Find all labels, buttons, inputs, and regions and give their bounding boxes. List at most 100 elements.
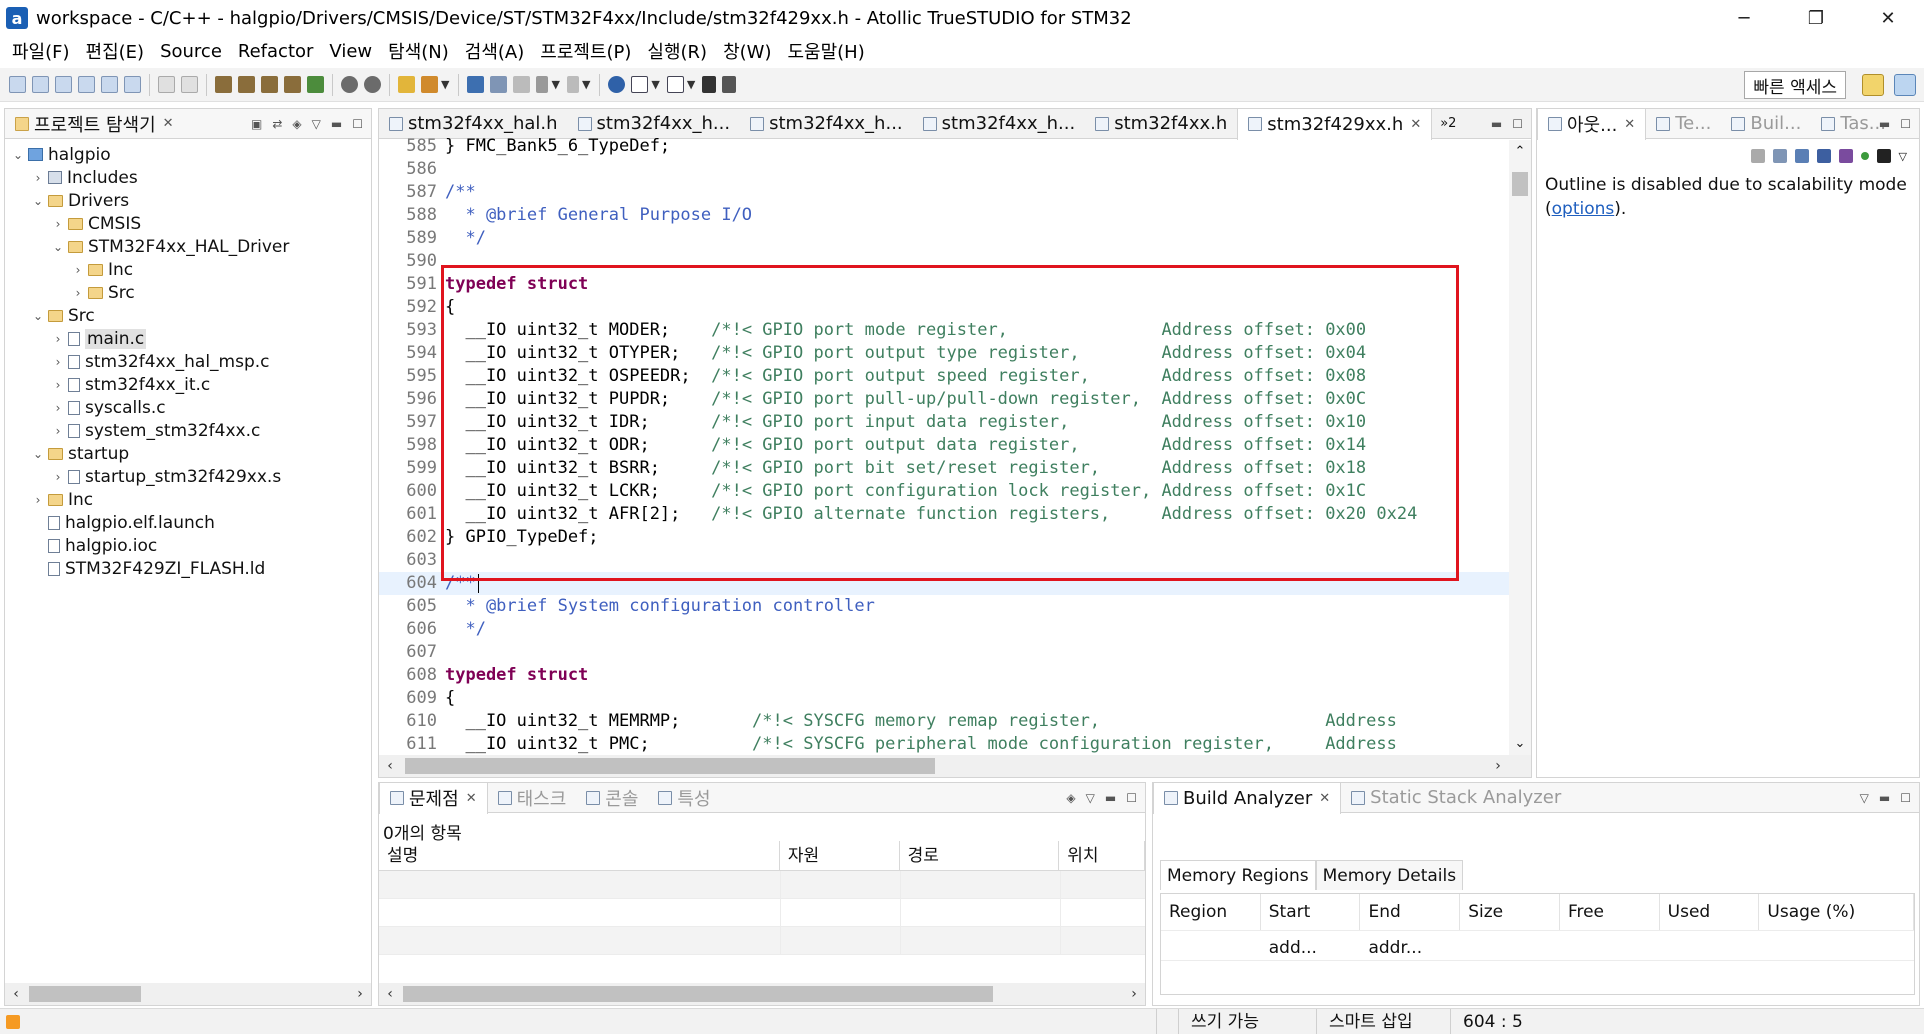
window-icon[interactable]: [631, 76, 649, 93]
menu-item[interactable]: 실행(R): [639, 38, 715, 64]
minimize-button[interactable]: ─: [1708, 0, 1780, 36]
menu-item[interactable]: View: [321, 41, 380, 62]
column-header[interactable]: Size: [1460, 894, 1560, 930]
maximize-view-icon[interactable]: ☐: [1512, 117, 1523, 131]
expanded-arrow-icon[interactable]: ⌄: [31, 309, 45, 323]
new-header-file-icon[interactable]: [78, 76, 95, 93]
editor-horizontal-scrollbar[interactable]: ‹ ›: [379, 755, 1531, 777]
minimize-view-icon[interactable]: ▬: [1879, 117, 1890, 131]
problems-horizontal-scrollbar[interactable]: ‹ ›: [379, 983, 1145, 1005]
view-menu-icon[interactable]: ▽: [1899, 150, 1907, 163]
filter-icon[interactable]: ◈: [292, 117, 301, 131]
rss-icon[interactable]: [6, 1015, 20, 1029]
tab-outline-0[interactable]: 아웃... ✕: [1537, 108, 1647, 140]
collapsed-arrow-icon[interactable]: ›: [71, 286, 85, 300]
tree-item[interactable]: › stm32f4xx_it.c: [5, 373, 371, 396]
cpp-perspective-icon[interactable]: [1894, 74, 1916, 96]
maximize-view-icon[interactable]: ☐: [1900, 791, 1911, 805]
quick-access-field[interactable]: 빠른 액세스: [1744, 71, 1846, 99]
scroll-track[interactable]: [27, 984, 349, 1004]
menu-item[interactable]: 도움말(H): [779, 38, 872, 64]
import-icon[interactable]: [124, 76, 141, 93]
tree-item[interactable]: ⌄ STM32F4xx_HAL_Driver: [5, 235, 371, 258]
scroll-left-icon[interactable]: ‹: [379, 986, 401, 1002]
tree-item[interactable]: › Inc: [5, 258, 371, 281]
tab-memory-0[interactable]: Memory Regions: [1160, 860, 1316, 890]
column-header[interactable]: 자원: [780, 841, 900, 871]
column-header[interactable]: 위치: [1059, 841, 1146, 871]
open-perspective-icon[interactable]: [1862, 74, 1884, 96]
options-link[interactable]: options: [1552, 199, 1615, 219]
view-menu-icon[interactable]: ▽: [1086, 791, 1095, 805]
scroll-right-icon[interactable]: ›: [349, 986, 371, 1002]
rebuild-icon[interactable]: [261, 76, 278, 93]
minimize-view-icon[interactable]: ▬: [331, 117, 342, 131]
tab-build-1[interactable]: Static Stack Analyzer: [1341, 783, 1571, 813]
tree-item[interactable]: › Inc: [5, 488, 371, 511]
tab-problems-1[interactable]: 태스크: [488, 783, 577, 813]
maximize-view-icon[interactable]: ☐: [1126, 791, 1137, 805]
minimize-view-icon[interactable]: ▬: [1879, 791, 1890, 805]
terminal-icon[interactable]: [467, 76, 485, 93]
menu-item[interactable]: 창(W): [715, 38, 779, 64]
scroll-left-icon[interactable]: ‹: [5, 986, 27, 1002]
tree-item[interactable]: STM32F429ZI_FLASH.ld: [5, 557, 371, 580]
tree-item[interactable]: › startup_stm32f429xx.s: [5, 465, 371, 488]
tab-project-explorer[interactable]: 프로젝트 탐색기 ✕: [5, 109, 184, 139]
tree-item[interactable]: ⌄ halgpio: [5, 143, 371, 166]
menu-item[interactable]: 탐색(N): [380, 38, 457, 64]
expanded-arrow-icon[interactable]: ⌄: [31, 447, 45, 461]
collapsed-arrow-icon[interactable]: ›: [51, 424, 65, 438]
column-header[interactable]: Used: [1660, 894, 1760, 930]
tree-item[interactable]: › Includes: [5, 166, 371, 189]
collapsed-arrow-icon[interactable]: ›: [51, 470, 65, 484]
tree-item[interactable]: › stm32f4xx_hal_msp.c: [5, 350, 371, 373]
hide-fields-icon[interactable]: [1816, 149, 1831, 163]
build-icon[interactable]: [215, 76, 232, 93]
chevron-down-icon[interactable]: ▼: [687, 78, 695, 91]
minimize-view-icon[interactable]: ▬: [1491, 117, 1502, 131]
menu-item[interactable]: Refactor: [230, 41, 322, 62]
new-source-folder-icon[interactable]: [32, 76, 49, 93]
maximize-view-icon[interactable]: ☐: [1900, 117, 1911, 131]
close-icon[interactable]: ✕: [1410, 117, 1421, 132]
collapsed-arrow-icon[interactable]: ›: [51, 217, 65, 231]
menu-item[interactable]: 편집(E): [78, 38, 153, 64]
column-header[interactable]: Region: [1161, 894, 1261, 930]
close-icon[interactable]: ✕: [1624, 117, 1635, 132]
info-icon[interactable]: [608, 76, 626, 93]
scroll-right-icon[interactable]: ›: [1487, 758, 1509, 774]
column-header[interactable]: End addr...: [1360, 894, 1461, 958]
scroll-right-icon[interactable]: ›: [1123, 986, 1145, 1002]
menu-item[interactable]: 파일(F): [4, 38, 78, 64]
tab-editor-4[interactable]: stm32f4xx.h: [1085, 109, 1237, 139]
group-icon[interactable]: [1772, 149, 1787, 163]
scroll-left-icon[interactable]: ‹: [379, 758, 401, 774]
column-header[interactable]: Usage (%): [1759, 894, 1914, 930]
column-header[interactable]: Free: [1560, 894, 1660, 930]
new-icon[interactable]: [9, 76, 26, 93]
expanded-arrow-icon[interactable]: ⌄: [11, 148, 25, 162]
minimize-view-icon[interactable]: ▬: [1105, 791, 1116, 805]
collapsed-arrow-icon[interactable]: ›: [31, 171, 45, 185]
scroll-thumb[interactable]: [1512, 172, 1528, 196]
expanded-arrow-icon[interactable]: ⌄: [31, 194, 45, 208]
tab-editor-3[interactable]: stm32f4xx_h...: [913, 109, 1086, 139]
forward-icon[interactable]: [566, 76, 579, 93]
collapsed-arrow-icon[interactable]: ›: [51, 401, 65, 415]
close-icon[interactable]: ✕: [466, 791, 477, 806]
collapsed-arrow-icon[interactable]: ›: [51, 332, 65, 346]
tree-item[interactable]: › Src: [5, 281, 371, 304]
prev-annotation-icon[interactable]: [513, 76, 531, 93]
new-class-icon[interactable]: [101, 76, 118, 93]
clean-icon[interactable]: [284, 76, 301, 93]
tree-item[interactable]: halgpio.elf.launch: [5, 511, 371, 534]
link-editor-icon[interactable]: ⇄: [272, 117, 282, 131]
hide-static-icon[interactable]: [1838, 149, 1853, 163]
close-icon[interactable]: ✕: [1319, 791, 1330, 806]
sort-icon[interactable]: [1750, 149, 1765, 163]
tab-problems-0[interactable]: 문제점 ✕: [379, 782, 488, 814]
view-menu-icon[interactable]: ▽: [1860, 791, 1869, 805]
explorer-horizontal-scrollbar[interactable]: ‹ ›: [5, 983, 371, 1005]
column-header[interactable]: 경로: [900, 841, 1060, 871]
